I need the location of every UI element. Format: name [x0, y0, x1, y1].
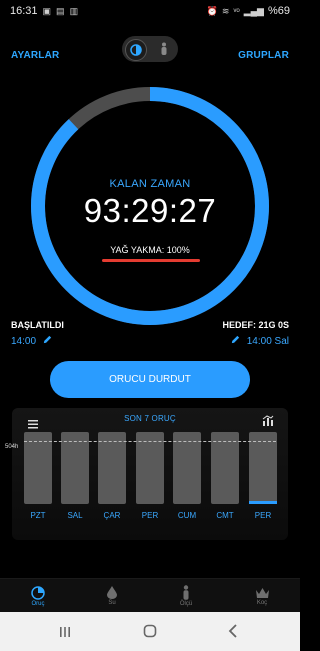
edit-goal-pencil-icon[interactable] — [230, 334, 241, 348]
nav-label-measure: Ölçü — [179, 601, 193, 607]
history-bar-fill — [249, 501, 277, 504]
fat-burn-label: YAĞ YAKMA: 100% — [110, 245, 190, 255]
settings-link[interactable]: AYARLAR — [11, 50, 59, 61]
alarm-icon: ⏰ — [206, 5, 218, 16]
remaining-time-label: KALAN ZAMAN — [109, 178, 191, 190]
crown-icon — [255, 587, 269, 598]
history-bar[interactable] — [136, 432, 164, 504]
recent-apps-icon[interactable] — [59, 625, 71, 643]
bottom-nav: Oruç Su Ölçü Koç — [0, 578, 300, 613]
stop-fast-button[interactable]: ORUCU DURDUT — [50, 361, 250, 398]
status-bar: 16:31 ▣ ▤ ▥ ⏰ ≋ ᵛᵒ ▂▄▆ %69 — [0, 0, 300, 22]
bar-chart-icon[interactable] — [262, 414, 274, 432]
fasting-timer-icon — [31, 585, 45, 600]
groups-link[interactable]: GRUPLAR — [238, 50, 289, 61]
history-bar[interactable] — [249, 432, 277, 504]
nav-label-coach: Koç — [256, 599, 268, 606]
body-mode-icon[interactable] — [156, 41, 172, 57]
message-notification-icon: ▤ — [56, 5, 65, 16]
history-bar[interactable] — [98, 432, 126, 504]
history-day-label: CMT — [216, 511, 234, 520]
fasting-mode-icon[interactable] — [125, 39, 147, 61]
wifi-icon: ≋ — [221, 5, 230, 16]
history-bar[interactable] — [173, 432, 201, 504]
person-icon — [183, 585, 189, 600]
nav-item-water[interactable]: Su — [82, 579, 142, 613]
nav-item-coach[interactable]: Koç — [232, 579, 292, 613]
nav-label-water: Su — [108, 600, 116, 606]
history-title: SON 7 ORUÇ — [124, 414, 176, 423]
battery-level: %69 — [267, 5, 290, 17]
signal-icon: ▂▄▆ — [243, 5, 264, 16]
history-bar[interactable] — [211, 432, 239, 504]
volte-icon: ᵛᵒ — [233, 6, 240, 16]
goal-time-row[interactable]: 14:00 Sal — [230, 334, 289, 348]
history-day-label: PER — [141, 511, 159, 520]
water-drop-icon — [107, 586, 117, 599]
goal-time: 14:00 Sal — [246, 335, 289, 347]
history-day-label: PER — [254, 511, 272, 520]
nav-item-measure[interactable]: Ölçü — [156, 579, 216, 613]
mode-toggle[interactable] — [122, 36, 178, 62]
history-bar[interactable] — [61, 432, 89, 504]
history-day-label: CUM — [177, 511, 197, 520]
nav-item-fasting[interactable]: Oruç — [8, 579, 68, 613]
nav-label-fasting: Oruç — [31, 600, 45, 607]
status-time: 16:31 — [10, 5, 38, 17]
history-bar[interactable] — [24, 432, 52, 504]
gallery-notification-icon: ▣ — [42, 5, 52, 16]
goal-line — [24, 441, 276, 442]
history-day-label: PZT — [30, 511, 46, 520]
start-time: 14:00 — [11, 335, 37, 347]
goal-title: HEDEF: 21G 0S — [222, 320, 289, 330]
start-time-row[interactable]: 14:00 — [11, 334, 53, 348]
start-title: BAŞLATILDI — [11, 320, 64, 330]
goal-hours-label: 504h — [5, 444, 19, 450]
history-day-label: SAL — [67, 511, 83, 520]
fat-burn-bar — [102, 259, 200, 262]
back-icon[interactable] — [228, 624, 238, 643]
edit-start-pencil-icon[interactable] — [42, 334, 53, 348]
home-icon[interactable] — [143, 624, 157, 643]
system-nav-bar — [0, 612, 300, 651]
calendar-notification-icon: ▥ — [69, 5, 79, 16]
history-day-label: ÇAR — [103, 511, 121, 520]
remaining-time-value: 93:29:27 — [83, 192, 217, 229]
